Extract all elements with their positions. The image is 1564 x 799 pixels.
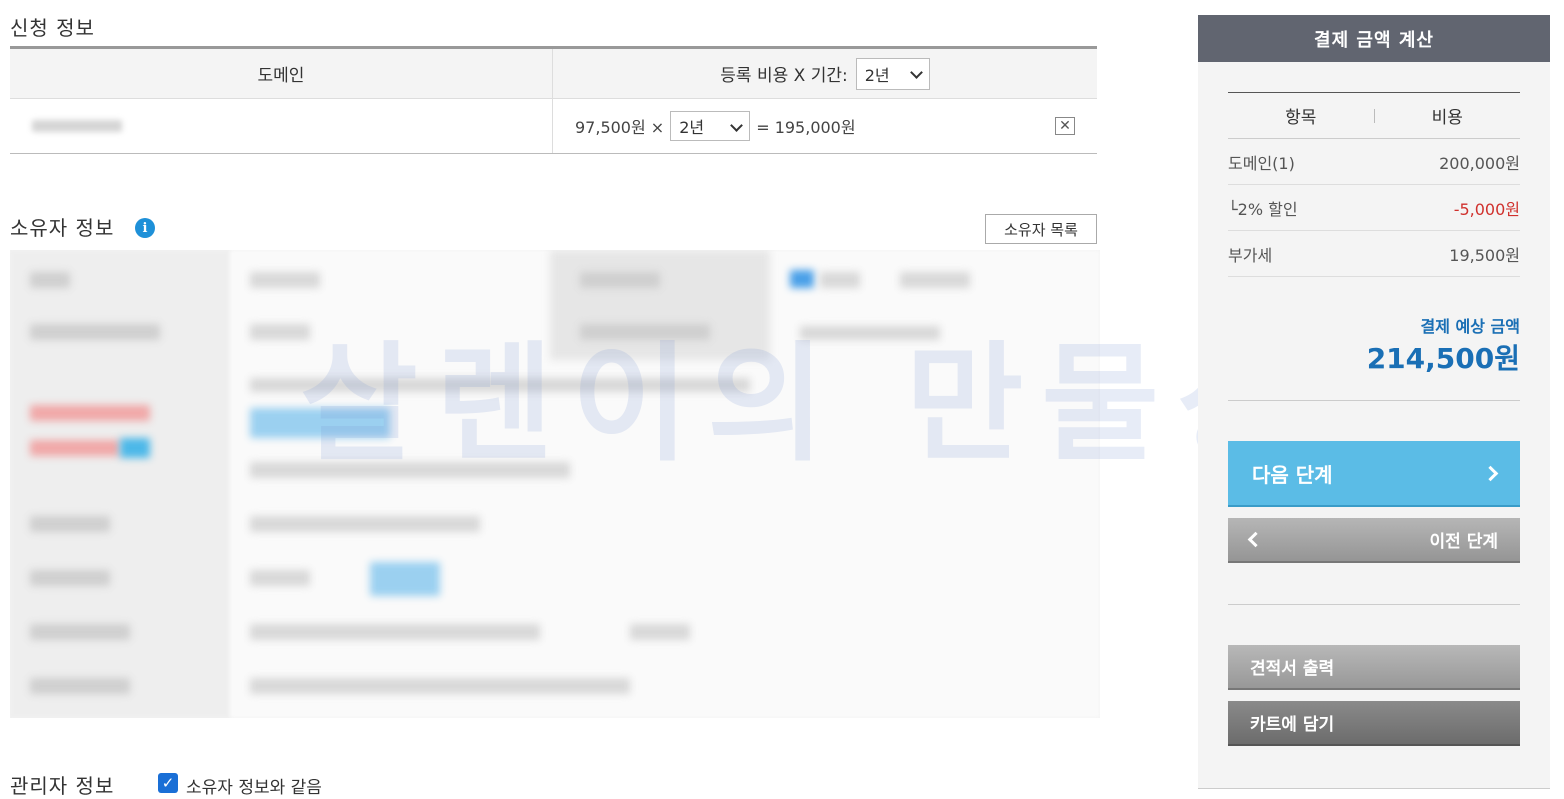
- owner-label-column: [10, 250, 230, 718]
- application-table-header: 도메인 등록 비용 X 기간: 2년: [10, 49, 1097, 99]
- admin-title: 관리자 정보: [10, 774, 115, 798]
- redacted-value: [900, 272, 970, 288]
- redacted-label: [30, 405, 150, 421]
- info-icon[interactable]: i: [135, 218, 155, 238]
- item-column-header: 항목: [1285, 108, 1317, 128]
- period-header-value: 2년: [864, 65, 890, 85]
- cost-row-value: 19,500원: [1449, 245, 1520, 265]
- redacted-value: [250, 516, 480, 532]
- application-table: 도메인 등록 비용 X 기간: 2년 97,500원 × 2년 = 195,00…: [10, 46, 1097, 154]
- redacted-label: [30, 272, 70, 288]
- redacted-value: [250, 624, 540, 640]
- redacted-value: [790, 270, 814, 288]
- add-to-cart-button[interactable]: 카트에 담기: [1228, 701, 1520, 746]
- delete-icon[interactable]: ✕: [1055, 117, 1075, 135]
- chevron-right-icon: [1482, 465, 1499, 481]
- prev-step-label: 이전 단계: [1429, 532, 1498, 552]
- estimated-total-value: 214,500원: [1366, 342, 1520, 375]
- redacted-value: [250, 678, 630, 694]
- same-as-owner-checkbox[interactable]: ✓: [158, 773, 178, 793]
- sidebar-title: 결제 금액 계산: [1198, 15, 1550, 62]
- period-select[interactable]: 2년: [670, 111, 751, 141]
- cost-row-vat: 부가세 19,500원: [1228, 231, 1520, 277]
- divider: [1228, 400, 1520, 401]
- redacted-label: [30, 324, 160, 340]
- application-title: 신청 정보: [10, 16, 95, 40]
- redacted-value: [370, 562, 440, 596]
- redacted-label: [580, 272, 660, 288]
- cost-row-value: 200,000원: [1439, 153, 1520, 173]
- redacted-value: [250, 272, 320, 288]
- cost-row-domain: 도메인(1) 200,000원: [1228, 139, 1520, 185]
- fee-column-header: 등록 비용 X 기간: 2년: [553, 49, 1097, 98]
- cost-table: 항목 비용 도메인(1) 200,000원 └2% 할인 -5,000원 부가세…: [1228, 92, 1520, 277]
- application-row: 97,500원 × 2년 = 195,000원 ✕: [10, 99, 1097, 153]
- prev-step-button[interactable]: 이전 단계: [1228, 518, 1520, 563]
- chevron-left-icon: [1247, 531, 1264, 548]
- redacted-label: [30, 570, 110, 586]
- redacted-value: [630, 624, 690, 640]
- period-value: 2년: [679, 118, 705, 137]
- redacted-value: [820, 272, 860, 288]
- redacted-value: [250, 570, 310, 586]
- chevron-down-icon: [909, 65, 923, 79]
- cost-row-discount: └2% 할인 -5,000원: [1228, 185, 1520, 231]
- divider: [1228, 604, 1520, 605]
- estimated-total-label: 결제 예상 금액: [1420, 317, 1520, 336]
- redacted-label: [30, 624, 130, 640]
- fee-cell: 97,500원 × 2년 = 195,000원 ✕: [553, 99, 1097, 153]
- redacted-label: [30, 516, 110, 532]
- period-header-select[interactable]: 2년: [855, 57, 930, 90]
- unit-price: 97,500원 ×: [575, 118, 665, 137]
- domain-name-redacted: [32, 120, 122, 132]
- payment-sidebar: 결제 금액 계산 항목 비용 도메인(1) 200,000원 └2% 할인 -5…: [1198, 15, 1550, 789]
- domain-cell: [10, 99, 553, 153]
- redacted-label: [120, 438, 150, 458]
- cost-row-label: 도메인(1): [1228, 153, 1295, 173]
- owner-title: 소유자 정보: [10, 216, 115, 240]
- watermark: 살렌이의 만물상: [300, 330, 1313, 479]
- redacted-label: [30, 678, 130, 694]
- cost-row-label: └2% 할인: [1228, 199, 1298, 219]
- owner-list-button[interactable]: 소유자 목록: [985, 214, 1097, 244]
- row-total: = 195,000원: [756, 118, 856, 137]
- chevron-down-icon: [730, 119, 744, 132]
- next-step-button[interactable]: 다음 단계: [1228, 441, 1520, 507]
- domain-column-header: 도메인: [10, 49, 553, 98]
- cost-row-value: -5,000원: [1453, 199, 1520, 219]
- fee-column-label: 등록 비용 X 기간:: [720, 66, 848, 86]
- cost-row-label: 부가세: [1228, 245, 1273, 265]
- same-as-owner-label[interactable]: 소유자 정보와 같음: [186, 773, 322, 798]
- cost-column-header: 비용: [1431, 108, 1463, 128]
- cost-table-header: 항목 비용: [1228, 92, 1520, 139]
- next-step-label: 다음 단계: [1252, 462, 1333, 487]
- redacted-label: [30, 440, 120, 456]
- print-quote-button[interactable]: 견적서 출력: [1228, 645, 1520, 690]
